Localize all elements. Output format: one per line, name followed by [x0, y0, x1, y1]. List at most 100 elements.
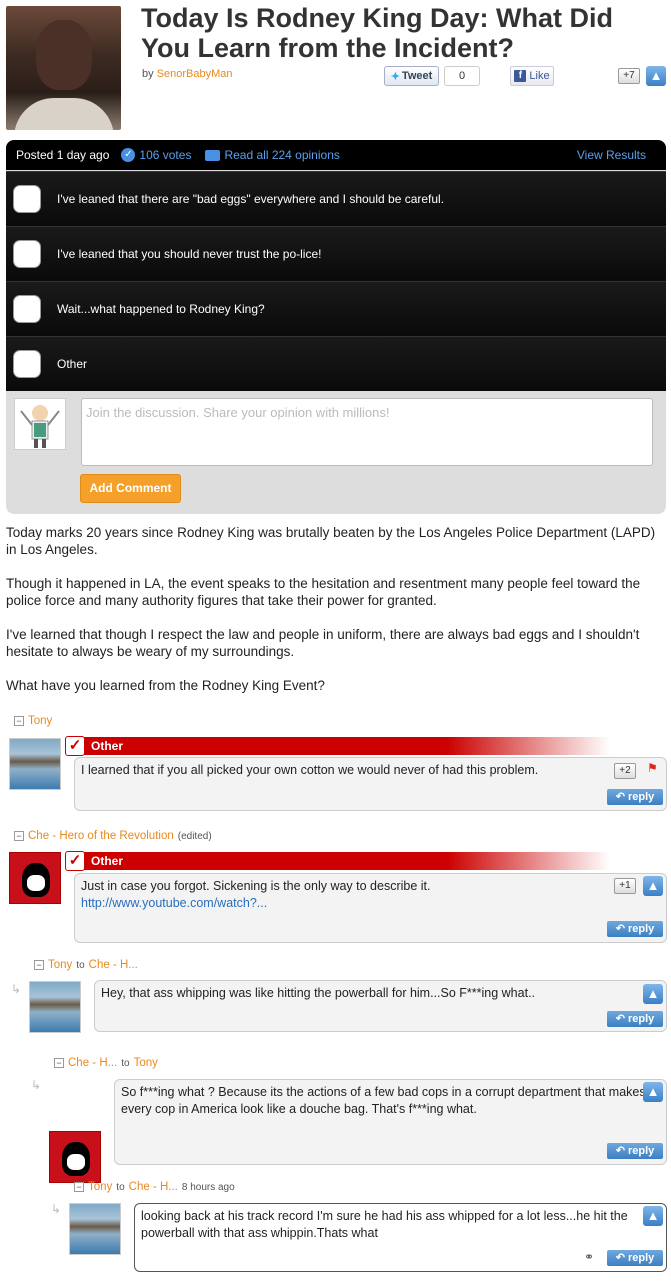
comment-bubble: I learned that if you all picked your ow…: [74, 757, 667, 811]
reply-target[interactable]: Che - H...: [129, 1181, 178, 1193]
page: Today Is Rodney King Day: What Did You L…: [0, 0, 671, 1286]
comment-time: 8 hours ago: [181, 1181, 235, 1193]
post-title: Today Is Rodney King Day: What Did You L…: [141, 3, 614, 63]
commenter-avatar[interactable]: [9, 738, 61, 790]
facebook-like-button[interactable]: f Like: [510, 66, 554, 86]
like-label: Like: [529, 70, 550, 82]
thumbs-up-icon[interactable]: ▲: [643, 876, 663, 896]
thumbs-up-icon[interactable]: ▲: [643, 1082, 663, 1102]
collapse-icon[interactable]: −: [54, 1058, 64, 1068]
reply-button[interactable]: ↶ reply: [607, 1011, 663, 1027]
to-label: to: [76, 959, 85, 971]
commenter-avatar[interactable]: [9, 852, 61, 904]
comment-author[interactable]: Che - H...: [68, 1057, 117, 1069]
comment-text: Just in case you forgot. Sickening is th…: [81, 879, 431, 893]
reply-arrow-icon: ↶: [615, 923, 625, 935]
thread-arrow-icon: ↳: [31, 1078, 42, 1092]
comment-score: +1: [614, 878, 636, 894]
opinions-link[interactable]: Read all 224 opinions: [205, 148, 340, 162]
option-label: Wait...what happened to Rodney King?: [57, 302, 265, 316]
option-checkbox[interactable]: [13, 295, 41, 323]
comment-header: − Tony: [14, 715, 52, 727]
comment-header: − Tony to Che - H...: [34, 959, 138, 971]
poll-option[interactable]: Other: [6, 336, 666, 391]
byline: by SenorBabyMan: [142, 68, 233, 80]
reply-button[interactable]: ↶ reply: [607, 921, 663, 937]
option-label: I've leaned that there are "bad eggs" ev…: [57, 192, 445, 206]
comment-author[interactable]: Tony: [28, 715, 52, 727]
commenter-avatar[interactable]: [29, 981, 81, 1033]
reply-arrow-icon: ↶: [615, 1252, 625, 1264]
check-icon: ✓: [65, 736, 85, 756]
poll-option[interactable]: I've leaned that you should never trust …: [6, 226, 666, 281]
body-paragraph: What have you learned from the Rodney Ki…: [6, 678, 325, 693]
tweet-label: Tweet: [401, 70, 433, 82]
speech-bubble-icon: [205, 149, 221, 161]
reply-button[interactable]: ↶ reply: [607, 1143, 663, 1159]
comment-bubble: Just in case you forgot. Sickening is th…: [74, 873, 667, 943]
author-link[interactable]: SenorBabyMan: [157, 68, 233, 80]
tweet-button[interactable]: ✦ Tweet: [384, 66, 439, 86]
user-avatar: [14, 398, 66, 450]
reply-button[interactable]: ↶ reply: [607, 1250, 663, 1266]
comment-header: − Che - Hero of the Revolution (edited): [14, 830, 212, 842]
reply-target[interactable]: Che - H...: [89, 959, 138, 971]
poll-option[interactable]: I've leaned that there are "bad eggs" ev…: [6, 171, 666, 226]
comment-text: I learned that if you all picked your ow…: [81, 763, 539, 777]
commenter-avatar[interactable]: [49, 1131, 101, 1183]
link-chain-icon[interactable]: ⚭: [584, 1250, 594, 1264]
comment-author[interactable]: Tony: [48, 959, 72, 971]
comment-author[interactable]: Tony: [88, 1181, 112, 1193]
posted-time: Posted 1 day ago: [16, 148, 110, 162]
comment-input[interactable]: Join the discussion. Share your opinion …: [81, 398, 653, 466]
option-label: Other: [57, 357, 88, 371]
thumbs-up-icon[interactable]: ▲: [643, 1206, 663, 1226]
check-icon: ✓: [65, 851, 85, 871]
votes-link[interactable]: ✓ 106 votes: [121, 148, 191, 162]
to-label: to: [116, 1181, 125, 1193]
reply-label: reply: [627, 1145, 655, 1157]
thumbs-up-icon[interactable]: ▲: [646, 66, 666, 86]
tweet-count: 0: [444, 66, 480, 86]
collapse-icon[interactable]: −: [34, 960, 44, 970]
collapse-icon[interactable]: −: [14, 716, 24, 726]
twitter-bird-icon: ✦: [390, 70, 400, 83]
comment-author[interactable]: Che - Hero of the Revolution: [28, 830, 174, 842]
option-checkbox[interactable]: [13, 240, 41, 268]
comment-text: So f***ing what ? Because its the action…: [121, 1085, 646, 1116]
thread-arrow-icon: ↳: [11, 982, 22, 996]
add-comment-button[interactable]: Add Comment: [80, 474, 181, 503]
comment-header: − Tony to Che - H... 8 hours ago: [74, 1181, 235, 1193]
view-results-link[interactable]: View Results: [577, 148, 646, 162]
option-label: I've leaned that you should never trust …: [57, 247, 322, 261]
vote-tag: ✓ Other: [65, 851, 610, 871]
post-author-avatar[interactable]: [6, 6, 121, 130]
flag-icon[interactable]: ⚑: [647, 761, 658, 775]
option-checkbox[interactable]: [13, 185, 41, 213]
comment-score: +2: [614, 763, 636, 779]
reply-label: reply: [627, 1252, 655, 1264]
opinions-label: Read all 224 opinions: [224, 148, 340, 162]
vote-label: Other: [91, 854, 124, 868]
option-checkbox[interactable]: [13, 350, 41, 378]
collapse-icon[interactable]: −: [14, 831, 24, 841]
body-paragraph: I've learned that though I respect the l…: [6, 627, 640, 659]
collapse-icon[interactable]: −: [74, 1182, 84, 1192]
reply-arrow-icon: ↶: [615, 1145, 625, 1157]
comment-text: Hey, that ass whipping was like hitting …: [101, 986, 536, 1000]
reply-button[interactable]: ↶ reply: [607, 789, 663, 805]
commenter-avatar[interactable]: [69, 1203, 121, 1255]
vote-label: Other: [91, 739, 124, 753]
reply-target[interactable]: Tony: [134, 1057, 158, 1069]
poll-option[interactable]: Wait...what happened to Rodney King?: [6, 281, 666, 336]
facebook-icon: f: [514, 70, 527, 82]
poll-header: Posted 1 day ago ✓ 106 votes Read all 22…: [6, 140, 666, 170]
post-score-badge: +7: [618, 68, 640, 84]
votes-count: 106 votes: [139, 148, 192, 162]
comment-link[interactable]: http://www.youtube.com/watch?...: [81, 895, 660, 912]
reply-label: reply: [627, 1013, 655, 1025]
reply-arrow-icon: ↶: [615, 791, 625, 803]
by-label: by: [142, 68, 154, 80]
thumbs-up-icon[interactable]: ▲: [643, 984, 663, 1004]
comment-composer: Join the discussion. Share your opinion …: [6, 390, 666, 514]
